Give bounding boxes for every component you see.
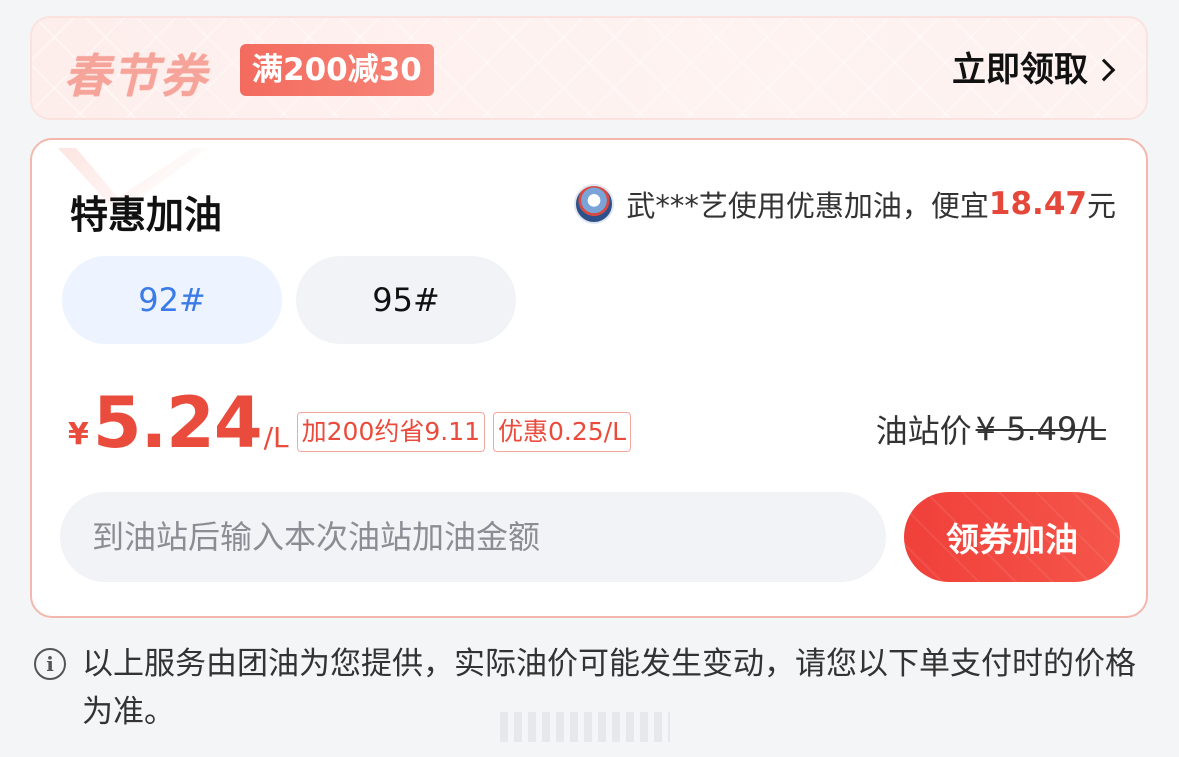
claim-now-link[interactable]: 立即领取 — [952, 46, 1116, 94]
banner-title: 春节券 — [64, 49, 208, 103]
fuel-grade-92[interactable]: 92# — [62, 256, 282, 344]
discount-price: ¥ 5.24 /L 加200约省9.11 优惠0.25/L — [68, 382, 632, 464]
promo-tag-savings: 加200约省9.11 — [296, 412, 486, 452]
coupon-banner[interactable]: 春节券 满200减30 立即领取 — [30, 16, 1148, 120]
claim-now-label: 立即领取 — [952, 50, 1088, 90]
card-title: 特惠加油 — [70, 193, 223, 237]
savings-prefix: 武***艺使用优惠加油，便宜 — [626, 189, 989, 223]
station-price-value: ¥ 5.49/L — [975, 410, 1106, 448]
claim-coupon-refuel-button[interactable]: 领券加油 — [904, 492, 1120, 582]
promo-tag-discount: 优惠0.25/L — [493, 412, 632, 452]
station-price-label: 油站价 — [875, 412, 972, 450]
station-price: 油站价 ¥ 5.49/L — [876, 406, 1106, 452]
price-value: 5.24 — [92, 382, 263, 464]
savings-suffix: 元 — [1086, 189, 1116, 223]
watermark — [500, 712, 670, 742]
currency-symbol: ¥ — [68, 417, 89, 452]
fuel-discount-page: 春节券 满200减30 立即领取 特惠加油 武***艺使用优惠加油，便宜 18.… — [0, 0, 1179, 757]
chevron-right-icon — [1092, 58, 1116, 82]
fuel-grade-95[interactable]: 95# — [296, 256, 516, 344]
savings-amount: 18.47 — [988, 186, 1087, 222]
info-icon: i — [34, 648, 66, 680]
fuel-amount-input[interactable] — [60, 492, 886, 582]
coupon-chip: 满200减30 — [240, 44, 434, 96]
fuel-grade-selector: 92# 95# — [62, 256, 516, 344]
discount-fuel-card: 特惠加油 武***艺使用优惠加油，便宜 18.47 元 92# 95# ¥ 5.… — [30, 138, 1148, 618]
price-unit: /L — [263, 421, 289, 454]
avatar — [574, 184, 615, 224]
savings-note: 武***艺使用优惠加油，便宜 18.47 元 — [574, 180, 1116, 228]
